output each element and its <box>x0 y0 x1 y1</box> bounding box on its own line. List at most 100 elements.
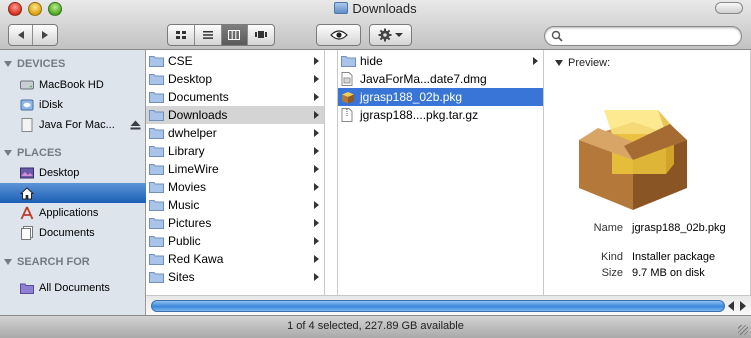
eye-icon <box>329 30 348 40</box>
sidebar-item-label: iDisk <box>39 99 63 111</box>
window-toolbar: Downloads <box>0 0 751 50</box>
list-item[interactable]: Public <box>146 232 324 250</box>
sidebar-header-places[interactable]: PLACES <box>4 146 62 160</box>
info-key: Name <box>593 222 623 234</box>
view-mode-group <box>167 24 275 46</box>
toolbar-toggle-button[interactable] <box>715 2 743 14</box>
sidebar-header-devices[interactable]: DEVICES <box>4 57 65 71</box>
list-item[interactable]: Documents <box>146 88 324 106</box>
cover-flow-view-button[interactable] <box>248 25 274 45</box>
sidebar-item-documents[interactable]: Documents <box>0 223 146 243</box>
horizontal-scrollbar[interactable] <box>146 295 751 315</box>
idisk-icon <box>20 98 34 112</box>
section-label: PLACES <box>17 147 62 159</box>
info-value: Installer package <box>632 251 716 263</box>
disclosure-arrow-icon <box>314 201 319 209</box>
sidebar-item-desktop[interactable]: Desktop <box>0 163 146 183</box>
section-label: SEARCH FOR <box>17 256 90 268</box>
folder-name: CSE <box>168 54 193 68</box>
disclosure-arrow-icon <box>314 129 319 137</box>
section-label: DEVICES <box>17 58 66 70</box>
status-bar: 1 of 4 selected, 227.89 GB available <box>0 315 751 338</box>
disclosure-arrow-icon <box>314 165 319 173</box>
info-key: Kind <box>600 251 623 263</box>
back-button[interactable] <box>9 25 34 45</box>
scrollbar-thumb[interactable] <box>151 300 725 312</box>
archive-file-icon <box>341 108 356 122</box>
preview-header[interactable]: Preview: <box>555 57 610 69</box>
folder-icon <box>149 109 164 122</box>
folder-name: Sites <box>168 270 195 284</box>
sidebar-item-applications[interactable]: Applications <box>0 203 146 223</box>
folder-icon <box>149 73 164 86</box>
dmg-file-icon <box>341 72 356 86</box>
list-item[interactable]: CSE <box>146 52 324 70</box>
folder-name: Pictures <box>168 216 212 230</box>
disclosure-arrow-icon <box>314 219 319 227</box>
list-item[interactable]: LimeWire <box>146 160 324 178</box>
sidebar-item-home[interactable] <box>0 183 146 203</box>
sidebar-item-idisk[interactable]: iDisk <box>0 95 146 115</box>
resize-grip-icon[interactable] <box>738 325 748 335</box>
eject-icon[interactable] <box>130 120 141 130</box>
column-divider[interactable] <box>325 50 338 295</box>
scroll-left-arrow-icon[interactable] <box>728 301 734 311</box>
list-item[interactable]: dwhelper <box>146 124 324 142</box>
icon-view-button[interactable] <box>168 25 195 45</box>
downloads-column[interactable]: hide JavaForMa...date7.dmg jgrasp188_02b… <box>338 50 544 295</box>
sidebar: DEVICES MacBook HD iDisk Java For Mac...… <box>0 50 146 315</box>
folder-icon <box>149 91 164 104</box>
list-item[interactable]: Movies <box>146 178 324 196</box>
disclosure-triangle-icon <box>4 259 12 265</box>
applications-icon <box>20 206 34 220</box>
folder-icon <box>149 145 164 158</box>
list-item[interactable]: Sites <box>146 268 324 286</box>
disclosure-triangle-icon <box>4 150 12 156</box>
list-item-jgrasp-tar[interactable]: jgrasp188....pkg.tar.gz <box>338 106 543 124</box>
list-item-hide[interactable]: hide <box>338 52 543 70</box>
search-field[interactable] <box>544 26 742 46</box>
list-item[interactable]: Music <box>146 196 324 214</box>
sidebar-item-java-for-mac[interactable]: Java For Mac... <box>0 115 146 135</box>
preview-column: Preview: Name jgrasp188_02b.pkg Kind Ins… <box>545 50 751 295</box>
status-text: 1 of 4 selected, 227.89 GB available <box>287 320 464 332</box>
sidebar-header-search-for[interactable]: SEARCH FOR <box>4 255 90 269</box>
sidebar-item-macbook-hd[interactable]: MacBook HD <box>0 75 146 95</box>
folder-name: Library <box>168 144 205 158</box>
folder-name: Desktop <box>168 72 213 86</box>
documents-icon <box>20 226 34 240</box>
action-menu-button[interactable] <box>369 24 412 46</box>
info-key: Size <box>601 267 623 279</box>
scroll-right-arrow-icon[interactable] <box>740 301 746 311</box>
list-item[interactable]: Desktop <box>146 70 324 88</box>
list-item[interactable]: Pictures <box>146 214 324 232</box>
smart-folder-icon <box>20 281 34 295</box>
folder-icon <box>149 181 164 194</box>
sidebar-item-label: Documents <box>39 227 95 239</box>
disclosure-arrow-icon <box>533 57 538 65</box>
list-item[interactable]: Library <box>146 142 324 160</box>
column-view-icon <box>228 30 241 40</box>
sidebar-footer <box>0 295 146 315</box>
forward-button[interactable] <box>33 25 57 45</box>
quick-look-button[interactable] <box>316 24 361 46</box>
disclosure-triangle-icon <box>4 61 12 67</box>
list-view-button[interactable] <box>195 25 222 45</box>
list-item-jgrasp-pkg[interactable]: jgrasp188_02b.pkg <box>338 88 543 106</box>
preview-label: Preview: <box>568 57 611 69</box>
disclosure-arrow-icon <box>314 111 319 119</box>
folder-name: LimeWire <box>168 162 219 176</box>
search-icon <box>551 30 563 42</box>
disclosure-arrow-icon <box>314 237 319 245</box>
home-column[interactable]: CSE Desktop Documents Downloads dwhelper Libr… <box>146 50 325 295</box>
package-icon <box>341 91 356 104</box>
chevron-down-icon <box>395 33 403 37</box>
list-item[interactable]: Downloads <box>146 106 324 124</box>
list-item[interactable]: Red Kawa <box>146 250 324 268</box>
column-view-button[interactable] <box>221 25 249 45</box>
folder-icon <box>341 55 356 68</box>
folder-name: Documents <box>168 90 229 104</box>
sidebar-item-label: Java For Mac... <box>39 119 115 131</box>
list-item-java-dmg[interactable]: JavaForMa...date7.dmg <box>338 70 543 88</box>
search-input[interactable] <box>565 29 735 43</box>
